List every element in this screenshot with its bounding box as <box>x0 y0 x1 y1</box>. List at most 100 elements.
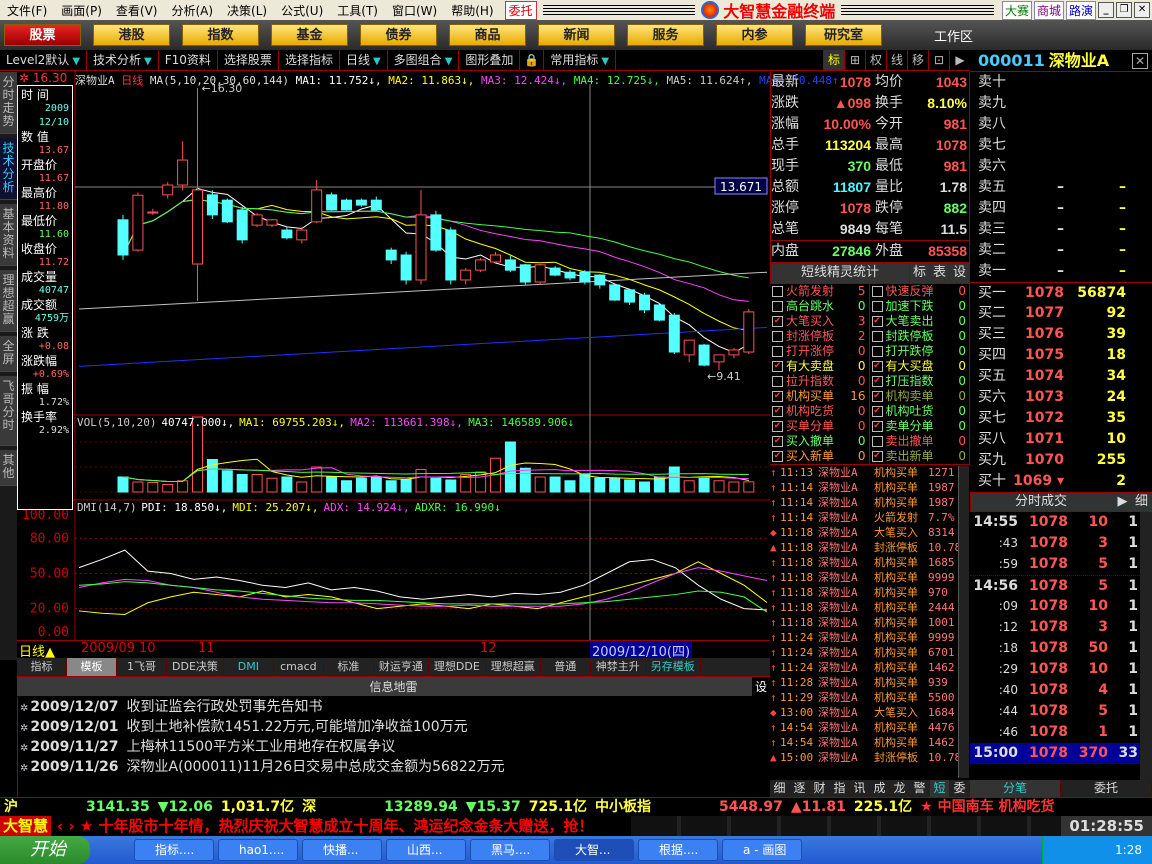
ticker-item[interactable]: 深 <box>298 798 320 816</box>
elf-item[interactable]: ✔ 买入撤单 0 <box>770 434 870 449</box>
signal-row[interactable]: ◆ 11:18 深物业A 大笔买入 8314 <box>770 525 970 540</box>
menu-item[interactable]: 查看(V) <box>109 2 165 19</box>
elf-checkbox[interactable] <box>772 286 783 297</box>
task-button[interactable]: 指标.... <box>134 839 214 861</box>
right-tab[interactable]: 指 <box>830 780 850 797</box>
ticker-item[interactable]: 225.1亿 <box>850 798 916 816</box>
signal-row[interactable]: ▲ 11:18 深物业A 封涨停板 10.78 <box>770 540 970 555</box>
toolbar-button[interactable]: 图形叠加 <box>459 50 521 70</box>
template-tab[interactable]: 标准 <box>324 658 374 676</box>
elf-item[interactable]: ✔ 有大卖盘 0 <box>770 359 870 374</box>
menu-item[interactable]: 决策(L) <box>220 2 274 19</box>
signal-row[interactable]: ↑ 11:14 深物业A 机构买单 1987 <box>770 480 970 495</box>
template-tab[interactable]: 另存模板 <box>646 658 701 676</box>
elf-checkbox[interactable]: ✔ <box>772 361 783 372</box>
entrust-button[interactable]: 委托 <box>504 0 537 20</box>
elf-item[interactable]: 快速反弹 0 <box>870 284 970 299</box>
nav-button[interactable]: 服务 <box>627 24 704 46</box>
elf-item[interactable]: 封涨停板 2 <box>770 329 870 344</box>
template-tab[interactable]: 模板 <box>67 658 117 676</box>
elf-checkbox[interactable]: ✔ <box>772 436 783 447</box>
elf-checkbox[interactable] <box>871 436 883 447</box>
close-button[interactable]: ✕ <box>1134 2 1151 18</box>
right-tab[interactable]: 成 <box>870 780 890 797</box>
task-button[interactable]: 快播... <box>302 839 382 861</box>
tick-detail-button[interactable]: 细 <box>1131 493 1151 511</box>
elf-item[interactable]: 火箭发射 5 <box>770 284 870 299</box>
elf-item[interactable]: ✔ 有大买盘 0 <box>870 359 970 374</box>
menu-item[interactable]: 帮助(H) <box>444 2 500 19</box>
toolbar-button[interactable]: 选择股票 <box>218 50 279 70</box>
menu-item[interactable]: 分析(A) <box>164 2 220 19</box>
elf-item[interactable]: ✔ 买单分单 0 <box>770 419 870 434</box>
restore-button[interactable]: ❐ <box>1116 2 1133 18</box>
tick-scrollbar[interactable] <box>1140 512 1152 780</box>
right-tab[interactable]: 警 <box>910 780 930 797</box>
contest-link[interactable]: 大赛 <box>1001 0 1032 20</box>
menu-item[interactable]: 画面(P) <box>54 2 109 19</box>
elf-checkbox[interactable]: ✔ <box>871 361 883 372</box>
signal-row[interactable]: ◆ 13:00 深物业A 大笔买入 1684 <box>770 705 970 720</box>
play-icon[interactable]: ▶ <box>1113 493 1131 511</box>
elf-item[interactable]: ✔ 机构吐货 0 <box>870 404 970 419</box>
elf-checkbox[interactable]: ✔ <box>871 316 883 327</box>
roadshow-link[interactable]: 路演 <box>1066 0 1097 20</box>
ticker-item[interactable]: ▼15.37 <box>462 798 525 816</box>
left-tab[interactable]: 其他 <box>0 450 17 486</box>
elf-checkbox[interactable] <box>871 286 883 297</box>
right-tab[interactable]: 龙 <box>890 780 910 797</box>
banner-text[interactable]: ‹ › ★ 十年股市十年情，热烈庆祝大智慧成立十周年、鸿运纪念金条大赠送，抢！ <box>51 816 631 836</box>
nav-button[interactable]: 指数 <box>182 24 259 46</box>
template-tab[interactable]: 理想DDE <box>429 658 486 676</box>
left-tab[interactable]: 分时走势 <box>0 72 17 134</box>
elf-item[interactable]: 高台跳水 0 <box>770 299 870 314</box>
template-tab[interactable]: DMI <box>224 658 274 676</box>
template-tab[interactable]: 理想超赢 <box>486 658 541 676</box>
signal-row[interactable]: ↑ 11:18 深物业A 机构买单 1001 <box>770 615 970 630</box>
signal-row[interactable]: ↑ 11:24 深物业A 机构买单 6701 <box>770 645 970 660</box>
tick-tab[interactable]: 委托 <box>1061 780 1152 797</box>
toolbar-button[interactable]: 常用指标 ▼ <box>544 50 617 70</box>
kline-chart[interactable]: 100.0080.0050.0020.000.0013.671←16.30←9.… <box>17 70 770 640</box>
elf-item[interactable]: ✔ 机构买单 16 <box>770 389 870 404</box>
elf-item[interactable]: ✔ 大笔买入 3 <box>770 314 870 329</box>
signal-row[interactable]: ↑ 14:54 深物业A 机构买单 1462 <box>770 735 970 750</box>
tick-tab[interactable]: 分笔 <box>970 780 1061 797</box>
right-tab[interactable]: 细 <box>770 780 790 797</box>
right-tab[interactable]: 讯 <box>850 780 870 797</box>
start-button[interactable]: 开始 <box>0 836 90 864</box>
nav-button[interactable]: 研究室 <box>805 24 882 46</box>
menu-item[interactable]: 工具(T) <box>330 2 385 19</box>
signal-row[interactable]: ↑ 11:28 深物业A 机构买单 939 <box>770 675 970 690</box>
news-item[interactable]: ✲ 2009/12/01 收到土地补偿款1451.22万元,可能增加净收益100万元 <box>20 717 770 737</box>
task-button[interactable]: 大智... <box>554 839 634 861</box>
elf-item[interactable]: ✔ 卖单分单 0 <box>870 419 970 434</box>
task-button[interactable]: a - 画图 <box>722 839 802 861</box>
news-item[interactable]: ✲ 2009/12/07 收到证监会行政处罚事先告知书 <box>20 697 770 717</box>
elf-item[interactable]: ✔ 大笔卖出 0 <box>870 314 970 329</box>
nav-button[interactable]: 内参 <box>716 24 793 46</box>
ticker-item[interactable]: ▼12.06 <box>154 798 217 816</box>
toolbar-button[interactable]: 技术分析 ▼ <box>87 50 159 70</box>
elf-checkbox[interactable] <box>772 346 783 357</box>
signal-scrollbar[interactable] <box>958 466 969 778</box>
left-tab[interactable]: 飞哥分时 <box>0 376 17 446</box>
signal-row[interactable]: ↑ 14:54 深物业A 机构买单 4476 <box>770 720 970 735</box>
signal-row[interactable]: ↑ 11:24 深物业A 机构买单 9999 <box>770 630 970 645</box>
toolbar-icon[interactable]: ⊡ <box>928 50 949 70</box>
toolbar-button[interactable]: 日线 ▼ <box>340 50 388 70</box>
nav-button[interactable]: 新闻 <box>538 24 615 46</box>
signal-row[interactable]: ↑ 11:14 深物业A 火箭发射 7.7% <box>770 510 970 525</box>
elf-item[interactable]: ✔ 机构卖单 0 <box>870 389 970 404</box>
elf-checkbox[interactable]: ✔ <box>871 376 883 387</box>
elf-checkbox[interactable] <box>772 376 783 387</box>
elf-item[interactable]: 卖出撤单 0 <box>870 434 970 449</box>
ticker-item[interactable]: ▲11.81 <box>787 798 850 816</box>
elf-item[interactable]: 打开跌停 0 <box>870 344 970 359</box>
elf-checkbox[interactable] <box>772 301 783 312</box>
right-tab[interactable]: 财 <box>810 780 830 797</box>
nav-button[interactable]: 债券 <box>360 24 437 46</box>
signal-row[interactable]: ↑ 11:29 深物业A 机构买单 5500 <box>770 690 970 705</box>
elf-checkbox[interactable] <box>772 331 783 342</box>
menu-item[interactable]: 文件(F) <box>0 2 54 19</box>
